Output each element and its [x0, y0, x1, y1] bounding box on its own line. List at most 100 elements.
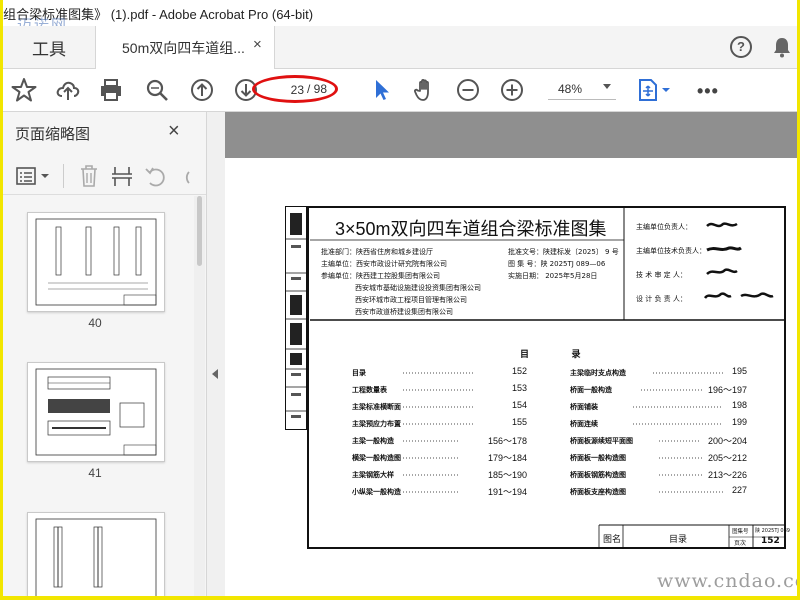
panel-close-button[interactable]: × — [168, 120, 180, 143]
thumbnail-drawing-41 — [35, 368, 157, 456]
toc-page: 153 — [511, 383, 527, 393]
thumbnail-list: 40 41 — [3, 196, 194, 596]
signature-strip — [285, 206, 308, 430]
tab-close-button[interactable]: × — [253, 36, 262, 53]
toc-page: 156～178 — [487, 436, 527, 446]
help-icon[interactable]: ? — [730, 36, 752, 58]
chevron-down-icon — [603, 84, 611, 89]
toc-page: 195 — [731, 366, 747, 376]
titleblock-page-value: 152 — [761, 536, 780, 546]
toc-page: 198 — [731, 400, 747, 410]
panel-toolbar — [3, 158, 206, 195]
toc-page: 199 — [731, 417, 747, 427]
thumbnail-page-number: 40 — [88, 316, 102, 330]
toc-page: 185～190 — [487, 470, 527, 480]
toc-page: 155 — [511, 417, 527, 427]
thumbnail-options-icon[interactable] — [15, 166, 51, 186]
toc-page: 154 — [511, 400, 527, 410]
titleblock-figure-name: 目录 — [669, 535, 688, 545]
participant-unit-1: 参编单位：陕西建工控股集团有限公司 — [321, 272, 440, 280]
zoom-in-icon[interactable] — [499, 77, 525, 103]
panel-title: 页面缩略图 — [15, 126, 91, 143]
toc-entry: 主梁钢筋大样 — [352, 471, 394, 479]
previous-page-icon[interactable] — [189, 77, 215, 103]
extract-pages-icon[interactable] — [110, 164, 134, 188]
role-technical-reviewer: 技 术 审 定 人： — [636, 271, 687, 279]
toc-page: 152 — [511, 366, 527, 376]
toc-entry: 工程数量表 — [352, 386, 387, 394]
toolbar-divider — [63, 164, 64, 188]
thumbnail-drawing-40 — [35, 218, 157, 306]
toc-entry: 桥面板支座构造图 — [570, 488, 626, 496]
thumbnail-page-number: 41 — [88, 466, 102, 480]
toc-entry: 桥面连续 — [570, 420, 598, 428]
zoom-search-icon[interactable] — [144, 77, 170, 103]
tab-document[interactable]: 50m双向四车道组... × — [95, 26, 275, 69]
toc-entry: 桥面板钢筋构造图 — [570, 471, 626, 479]
titleblock-figure-name-label: 图名 — [603, 535, 622, 545]
red-highlight-oval — [252, 75, 338, 103]
approval-doc-number: 批准文号：陕建标发〔2025〕 9 号 — [508, 248, 619, 256]
rotate-clockwise-icon[interactable] — [177, 164, 191, 188]
titleblock-atlas-value: 陕 2025TJ 089 — [755, 528, 790, 534]
page-thumbnails-panel: 页面缩略图 × 40 41 — [3, 112, 207, 596]
editor-unit: 主编单位：西安市政设计研究院有限公司 — [321, 260, 447, 268]
signature-strip-drawing — [286, 213, 308, 418]
titleblock-page-label: 页次 — [734, 540, 747, 547]
sheet-title: 3×50m双向四车道组合梁标准图集 — [335, 219, 607, 239]
page-thumbnail[interactable] — [27, 362, 165, 462]
bookmark-star-icon[interactable] — [11, 77, 37, 103]
upload-cloud-icon[interactable] — [55, 77, 81, 103]
toc-entry: 目录 — [352, 369, 366, 377]
participant-unit-4: 西安市政道桥建设集团有限公司 — [355, 308, 453, 316]
tab-document-label: 50m双向四车道组... — [122, 40, 245, 56]
toc-entry: 桥面一般构造 — [570, 386, 612, 394]
toc-page: 213～226 — [707, 470, 747, 480]
tab-tools[interactable]: 工具 — [3, 26, 95, 68]
toc-page: 200～204 — [707, 436, 747, 446]
role-chief-editor: 主编单位负责人： — [636, 223, 692, 231]
page-fit-icon[interactable] — [637, 77, 673, 103]
tab-bar: 工具 50m双向四车道组... × ? — [3, 26, 797, 69]
toc-entry: 桥面板一般构造图 — [570, 454, 626, 462]
atlas-number: 图 集 号：陕 2025TJ 089—06 — [508, 260, 606, 268]
acrobat-window: 《3×50m双向四车道组合梁标准图集》 (1).pdf - Adobe Acro… — [3, 0, 797, 596]
zoom-level-dropdown[interactable]: 48% — [548, 79, 616, 100]
title-bar: 《3×50m双向四车道组合梁标准图集》 (1).pdf - Adobe Acro… — [3, 0, 797, 26]
main-toolbar: / 98 48% ••• — [3, 69, 797, 112]
participant-unit-3: 西安环城市政工程项目管理有限公司 — [355, 296, 467, 304]
approval-dept: 批准部门：陕西省住房和城乡建设厅 — [321, 248, 433, 256]
thumbnail-drawing-42 — [35, 518, 157, 596]
titleblock-atlas-label: 图集号 — [732, 529, 749, 535]
role-design-lead: 设 计 负 责 人： — [636, 295, 687, 303]
toc-page: 196～197 — [707, 385, 747, 395]
more-tools-icon[interactable]: ••• — [697, 81, 719, 102]
toc-entry: 主梁临时支点构造 — [570, 369, 626, 377]
page-thumbnail[interactable] — [27, 212, 165, 312]
site-watermark-bottom: www.cndao.com — [657, 570, 797, 592]
implementation-date: 实施日期： 2025年5月28日 — [508, 272, 598, 280]
toc-entry: 桥面铺装 — [570, 403, 598, 411]
scrollbar-thumb[interactable] — [197, 196, 202, 266]
notifications-bell-icon[interactable] — [771, 36, 793, 58]
rotate-counterclockwise-icon[interactable] — [144, 164, 166, 188]
toc-title: 目 录 — [520, 349, 601, 359]
toc-page: 191～194 — [487, 487, 527, 497]
handwritten-signatures — [703, 222, 774, 299]
toc-page: 227 — [731, 485, 747, 495]
participant-unit-2: 西安城市基础设施建设投资集团有限公司 — [355, 284, 481, 292]
hand-tool-icon[interactable] — [412, 77, 438, 103]
previous-page-end — [225, 112, 797, 158]
page-thumbnail[interactable] — [27, 512, 165, 596]
print-icon[interactable] — [98, 77, 124, 103]
collapse-arrow-icon — [212, 369, 218, 379]
delete-page-icon[interactable] — [79, 164, 99, 188]
zoom-level-value: 48% — [558, 82, 583, 96]
toc-entry: 主梁一般构造 — [352, 437, 394, 445]
zoom-out-icon[interactable] — [455, 77, 481, 103]
select-cursor-icon[interactable] — [369, 77, 395, 103]
toc-page: 179～184 — [487, 453, 527, 463]
role-technical-lead: 主编单位技术负责人： — [636, 247, 706, 255]
panel-collapse-handle[interactable] — [207, 112, 225, 596]
thumbnail-scrollbar[interactable] — [194, 196, 205, 596]
